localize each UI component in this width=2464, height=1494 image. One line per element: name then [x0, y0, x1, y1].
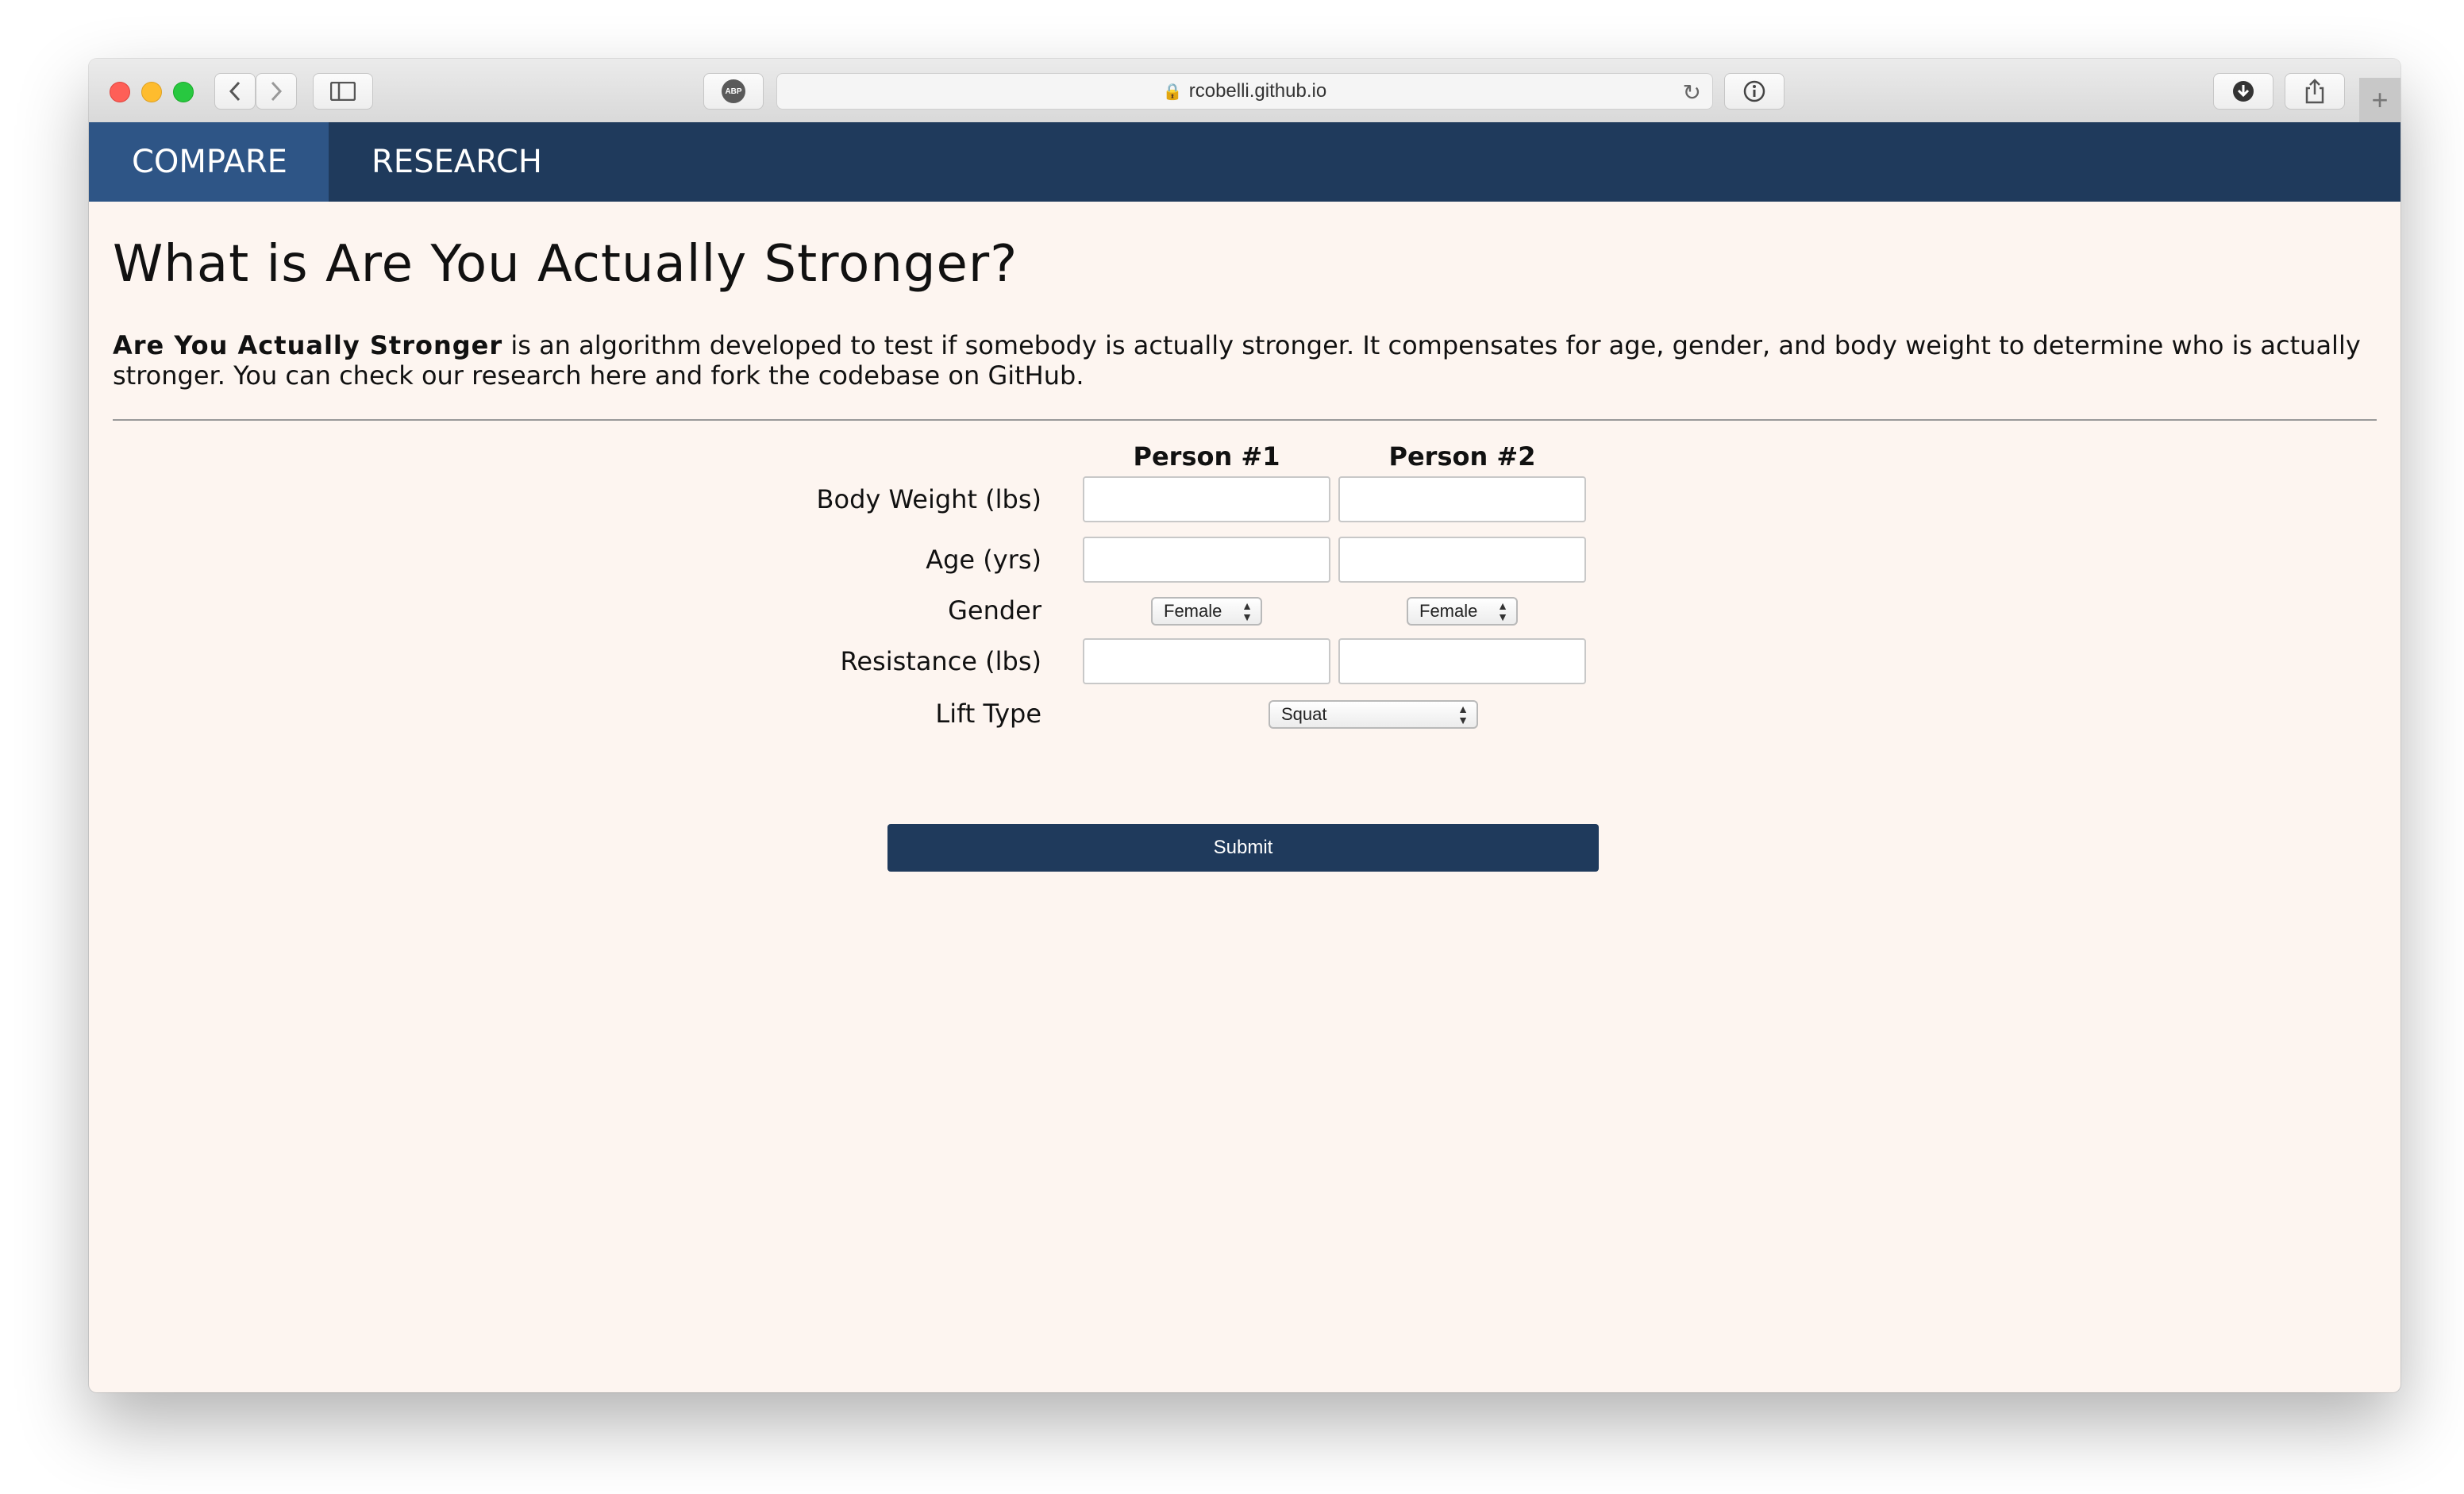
nav-compare[interactable]: COMPARE — [89, 122, 329, 202]
gender-label: Gender — [948, 595, 1041, 626]
p2-age-input[interactable] — [1338, 537, 1586, 583]
download-icon — [2233, 81, 2254, 102]
p2-body-weight-input[interactable] — [1338, 476, 1586, 522]
share-button[interactable] — [2285, 73, 2345, 110]
chevron-left-icon — [229, 81, 241, 102]
nav-research[interactable]: RESEARCH — [329, 122, 585, 202]
p1-gender-select[interactable]: Female ▲ ▼ — [1151, 597, 1262, 626]
chevron-right-icon — [271, 81, 283, 102]
back-button[interactable] — [214, 73, 256, 110]
sidebar-toggle-button[interactable] — [313, 73, 373, 110]
body-weight-label: Body Weight (lbs) — [816, 484, 1041, 514]
new-tab-button[interactable]: + — [2359, 78, 2400, 122]
site-navbar: COMPARE RESEARCH — [89, 122, 2400, 202]
select-arrows-icon: ▲ ▼ — [1457, 703, 1469, 726]
person-2-header: Person #2 — [1388, 441, 1536, 472]
p1-gender-value: Female — [1164, 601, 1222, 621]
adblock-icon: ABP — [722, 79, 745, 103]
lift-type-select[interactable]: Squat ▲ ▼ — [1269, 700, 1478, 729]
reload-icon[interactable]: ↻ — [1683, 79, 1701, 106]
p2-resistance-input[interactable] — [1338, 638, 1586, 684]
divider — [113, 419, 2377, 421]
zoom-window-button[interactable] — [173, 82, 194, 102]
intro-bold-name: Are You Actually Stronger — [113, 330, 503, 360]
page-title: What is Are You Actually Stronger? — [113, 235, 1018, 294]
sidebar-icon — [330, 82, 356, 101]
forward-button[interactable] — [256, 73, 297, 110]
browser-window: ABP 🔒 rcobelli.github.io ↻ + COMPARE RES… — [89, 59, 2400, 1392]
info-icon — [1743, 80, 1765, 102]
info-button[interactable] — [1724, 73, 1784, 110]
lift-type-value: Squat — [1281, 704, 1327, 724]
p2-gender-value: Female — [1419, 601, 1478, 621]
resistance-label: Resistance (lbs) — [840, 646, 1041, 676]
select-arrows-icon: ▲ ▼ — [1242, 599, 1253, 623]
p1-resistance-input[interactable] — [1083, 638, 1330, 684]
close-window-button[interactable] — [110, 82, 130, 102]
browser-toolbar: ABP 🔒 rcobelli.github.io ↻ + — [89, 59, 2400, 123]
p2-gender-select[interactable]: Female ▲ ▼ — [1407, 597, 1518, 626]
address-bar[interactable]: 🔒 rcobelli.github.io ↻ — [776, 73, 1713, 110]
lift-type-label: Lift Type — [935, 699, 1041, 729]
minimize-window-button[interactable] — [141, 82, 162, 102]
lock-icon: 🔒 — [1162, 83, 1183, 101]
person-1-header: Person #1 — [1133, 441, 1280, 472]
select-arrows-icon: ▲ ▼ — [1497, 599, 1508, 623]
p1-body-weight-input[interactable] — [1083, 476, 1330, 522]
age-label: Age (yrs) — [926, 545, 1041, 575]
downloads-button[interactable] — [2213, 73, 2273, 110]
adblock-button[interactable]: ABP — [703, 73, 764, 110]
intro-paragraph: Are You Actually Stronger is an algorith… — [113, 330, 2367, 391]
address-url: rcobelli.github.io — [1188, 80, 1327, 102]
share-icon — [2305, 79, 2324, 104]
p1-age-input[interactable] — [1083, 537, 1330, 583]
submit-button[interactable]: Submit — [887, 824, 1599, 872]
